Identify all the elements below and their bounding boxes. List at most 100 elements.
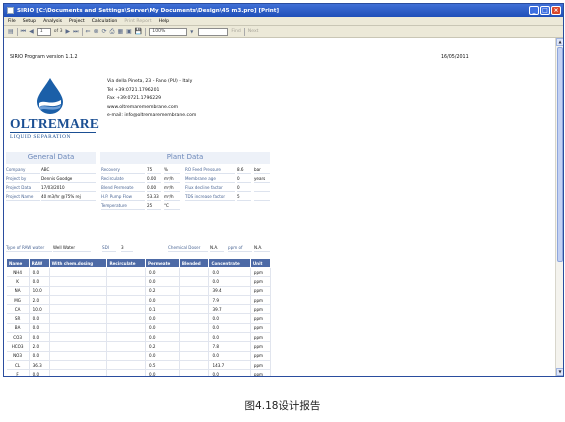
- export-icon[interactable]: 💾: [135, 28, 142, 35]
- table-cell: 0.0: [208, 276, 251, 287]
- table-cell: NO3: [6, 351, 30, 361]
- table-cell: 2.0: [29, 341, 50, 352]
- menu-item[interactable]: Calculation: [92, 19, 118, 24]
- sdi-value: 3: [121, 244, 133, 252]
- minimize-icon[interactable]: _: [529, 6, 539, 15]
- menu-item[interactable]: Analysis: [43, 19, 62, 24]
- ppm-of-label: ppm of: [228, 244, 252, 252]
- table-cell: 0.0: [145, 267, 180, 278]
- table-cell: [179, 313, 210, 324]
- column-header: Concentrate: [208, 258, 251, 268]
- table-cell: [49, 313, 108, 324]
- chemical-doser-value: N.A.: [210, 244, 224, 252]
- phone-line: Tel +39:0721.1796201: [107, 87, 160, 93]
- menu-item[interactable]: File: [8, 19, 16, 24]
- table-cell: 2.0: [29, 295, 50, 306]
- menu-item[interactable]: Print Report: [124, 19, 151, 24]
- plant-field-label: TDS increase factor: [185, 193, 235, 201]
- table-cell: [179, 304, 210, 315]
- chevron-down-icon[interactable]: ▼: [190, 29, 193, 34]
- table-row: F 0.0 0.0 0.0 ppm: [6, 369, 272, 376]
- previous-page-icon[interactable]: ◀: [29, 28, 34, 35]
- scroll-down-icon[interactable]: ▼: [556, 368, 563, 376]
- table-cell: 0.0: [29, 276, 50, 287]
- table-row: BA 0.0 0.0 0.0 ppm: [6, 323, 272, 334]
- general-field-value: Dennis Goodge: [41, 175, 96, 183]
- zoom-select[interactable]: 100%: [149, 27, 188, 36]
- first-page-icon[interactable]: ⏮: [21, 28, 26, 36]
- table-cell: 0.5: [145, 360, 180, 371]
- table-cell: 0.0: [208, 369, 251, 376]
- table-cell: 0.1: [145, 304, 180, 315]
- close-icon[interactable]: ×: [551, 6, 561, 15]
- plant-field-unit: m³/h: [164, 175, 180, 183]
- menu-item[interactable]: Project: [69, 19, 85, 24]
- plant-field-unit: years: [254, 175, 270, 183]
- application-window: SIRIO [C:\Documents and Settings\Server\…: [3, 3, 564, 377]
- table-cell: [179, 341, 210, 352]
- scroll-up-icon[interactable]: ▲: [556, 38, 563, 46]
- table-cell: 0.0: [145, 332, 180, 343]
- plant-field-label: Flux decline factor: [185, 184, 235, 192]
- table-cell: [179, 323, 210, 334]
- report-viewer: SIRIO Program version 1.1.2 16/05/2011 O…: [4, 38, 555, 376]
- table-cell: [179, 267, 210, 278]
- find-next-button[interactable]: Next: [248, 29, 259, 34]
- table-cell: 0.0: [145, 351, 180, 361]
- refresh-icon[interactable]: ⟳: [102, 28, 107, 35]
- print-layout-icon[interactable]: ▦: [117, 28, 123, 35]
- table-cell: [49, 295, 108, 306]
- print-icon[interactable]: ⎙: [110, 28, 115, 36]
- table-cell: ppm: [250, 341, 272, 352]
- table-cell: NH4: [6, 267, 30, 278]
- table-cell: K: [6, 276, 30, 287]
- toolbar-separator: [16, 27, 18, 36]
- stop-icon[interactable]: ⊗: [94, 28, 99, 35]
- tree-toggle-icon[interactable]: ▤: [8, 28, 14, 35]
- find-input[interactable]: [198, 27, 229, 36]
- table-cell: ppm: [250, 295, 272, 306]
- menu-item[interactable]: Setup: [23, 19, 36, 24]
- table-cell: SR: [6, 313, 30, 324]
- table-cell: 0.0: [208, 351, 251, 361]
- plant-field-unit: m³/h: [164, 193, 180, 201]
- page-number-input[interactable]: 1: [36, 27, 51, 36]
- plant-field-label: Blend Permeate: [101, 184, 145, 192]
- table-row: NA 10.0 0.2 39.4 ppm: [6, 286, 272, 296]
- table-cell: [179, 276, 210, 287]
- table-cell: [49, 360, 108, 371]
- column-header: With chem.dosing: [48, 258, 108, 268]
- fax-line: Fax +39:0721.1796229: [107, 96, 162, 102]
- scroll-thumb[interactable]: [557, 47, 563, 262]
- page-count-label: of 3: [53, 29, 63, 34]
- table-cell: 36.3: [29, 360, 50, 371]
- contact-block: Via della Pineta, 23 - Fano (PU) - Italy…: [107, 78, 196, 121]
- raw-type-label: Type of RAW water: [6, 244, 52, 252]
- address-line: Via della Pineta, 23 - Fano (PU) - Italy: [107, 79, 193, 84]
- table-cell: [106, 323, 146, 334]
- last-page-icon[interactable]: ⏭: [73, 28, 78, 36]
- next-page-icon[interactable]: ▶: [66, 28, 71, 35]
- table-cell: 0.0: [208, 332, 251, 343]
- maximize-icon[interactable]: □: [540, 6, 550, 15]
- menu-item[interactable]: Help: [159, 19, 169, 24]
- table-cell: ppm: [250, 332, 272, 343]
- general-field-label: Project Name: [6, 193, 40, 201]
- plant-field-value: 0: [237, 184, 251, 192]
- table-cell: 0.0: [145, 276, 180, 287]
- column-header: Unit: [249, 258, 272, 268]
- find-button[interactable]: Find: [231, 29, 240, 34]
- table-cell: [106, 341, 146, 352]
- report-date: 16/05/2011: [441, 55, 469, 60]
- table-cell: 0.0: [145, 323, 180, 334]
- back-icon[interactable]: ⇐: [86, 28, 91, 35]
- table-cell: ppm: [250, 304, 272, 315]
- table-cell: 10.0: [29, 304, 50, 315]
- plant-field-value: 53.33: [147, 193, 161, 201]
- column-header: Permeate: [144, 258, 180, 268]
- plant-field-unit: [254, 184, 270, 192]
- vertical-scrollbar[interactable]: ▲ ▼: [555, 38, 563, 376]
- page-setup-icon[interactable]: ▣: [126, 28, 132, 35]
- table-cell: 0.0: [29, 313, 50, 324]
- table-cell: [179, 360, 210, 371]
